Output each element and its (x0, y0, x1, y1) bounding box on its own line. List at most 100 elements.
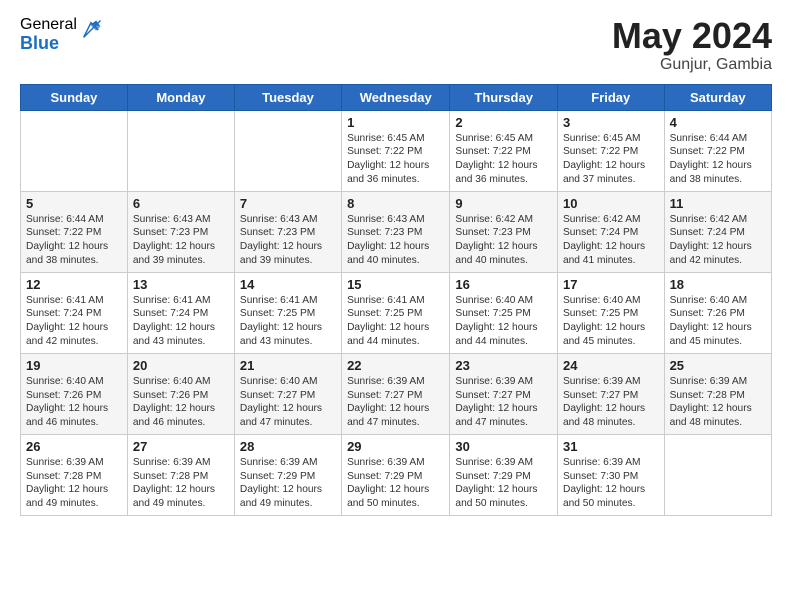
col-saturday: Saturday (664, 84, 771, 110)
table-row: 10 Sunrise: 6:42 AM Sunset: 7:24 PM Dayli… (557, 191, 664, 272)
day-number: 16 (455, 277, 552, 292)
table-row: 18 Sunrise: 6:40 AM Sunset: 7:26 PM Dayli… (664, 272, 771, 353)
table-row: 6 Sunrise: 6:43 AM Sunset: 7:23 PM Daylig… (127, 191, 234, 272)
day-number: 8 (347, 196, 444, 211)
day-info: Sunrise: 6:42 AM Sunset: 7:23 PM Dayligh… (455, 213, 552, 268)
day-number: 14 (240, 277, 336, 292)
table-row: 15 Sunrise: 6:41 AM Sunset: 7:25 PM Dayli… (342, 272, 450, 353)
day-number: 5 (26, 196, 122, 211)
calendar-table: Sunday Monday Tuesday Wednesday Thursday… (20, 84, 772, 516)
day-number: 10 (563, 196, 659, 211)
day-number: 17 (563, 277, 659, 292)
day-info: Sunrise: 6:44 AM Sunset: 7:22 PM Dayligh… (670, 132, 766, 187)
table-row: 7Sunrise: 6:43 AM Sunset: 7:23 PM Daylig… (234, 191, 341, 272)
day-info: Sunrise: 6:43 AM Sunset: 7:23 PM Dayligh… (347, 213, 444, 268)
day-number: 3 (563, 115, 659, 130)
table-row: 29Sunrise: 6:39 AM Sunset: 7:29 PM Dayli… (342, 434, 450, 515)
table-row: 3 Sunrise: 6:45 AM Sunset: 7:22 PM Daylig… (557, 110, 664, 191)
logo-text: General Blue (20, 16, 77, 53)
table-row: 16Sunrise: 6:40 AM Sunset: 7:25 PM Dayli… (450, 272, 558, 353)
day-number: 18 (670, 277, 766, 292)
table-row: 12 Sunrise: 6:41 AM Sunset: 7:24 PM Dayli… (21, 272, 128, 353)
calendar-body: 1Sunrise: 6:45 AM Sunset: 7:22 PM Daylig… (21, 110, 772, 515)
day-info: Sunrise: 6:39 AM Sunset: 7:27 PM Dayligh… (563, 375, 659, 430)
table-row: 1Sunrise: 6:45 AM Sunset: 7:22 PM Daylig… (342, 110, 450, 191)
day-number: 15 (347, 277, 444, 292)
subtitle: Gunjur, Gambia (612, 56, 772, 74)
day-info: Sunrise: 6:39 AM Sunset: 7:28 PM Dayligh… (670, 375, 766, 430)
day-number: 2 (455, 115, 552, 130)
table-row: 30 Sunrise: 6:39 AM Sunset: 7:29 PM Dayli… (450, 434, 558, 515)
table-row: 22 Sunrise: 6:39 AM Sunset: 7:27 PM Dayli… (342, 353, 450, 434)
table-row: 13Sunrise: 6:41 AM Sunset: 7:24 PM Dayli… (127, 272, 234, 353)
table-row (234, 110, 341, 191)
calendar-week-row: 12 Sunrise: 6:41 AM Sunset: 7:24 PM Dayli… (21, 272, 772, 353)
logo-general: General (20, 16, 77, 34)
day-number: 30 (455, 439, 552, 454)
day-info: Sunrise: 6:45 AM Sunset: 7:22 PM Dayligh… (347, 132, 444, 187)
day-info: Sunrise: 6:41 AM Sunset: 7:24 PM Dayligh… (26, 294, 122, 349)
day-number: 21 (240, 358, 336, 373)
calendar-week-row: 1Sunrise: 6:45 AM Sunset: 7:22 PM Daylig… (21, 110, 772, 191)
col-monday: Monday (127, 84, 234, 110)
table-row: 31 Sunrise: 6:39 AM Sunset: 7:30 PM Dayli… (557, 434, 664, 515)
table-row: 2 Sunrise: 6:45 AM Sunset: 7:22 PM Daylig… (450, 110, 558, 191)
col-sunday: Sunday (21, 84, 128, 110)
table-row: 23 Sunrise: 6:39 AM Sunset: 7:27 PM Dayli… (450, 353, 558, 434)
header: General Blue May 2024 Gunjur, Gambia (20, 16, 772, 74)
table-row: 9Sunrise: 6:42 AM Sunset: 7:23 PM Daylig… (450, 191, 558, 272)
logo: General Blue (20, 16, 102, 53)
table-row: 25Sunrise: 6:39 AM Sunset: 7:28 PM Dayli… (664, 353, 771, 434)
table-row: 4 Sunrise: 6:44 AM Sunset: 7:22 PM Daylig… (664, 110, 771, 191)
day-info: Sunrise: 6:44 AM Sunset: 7:22 PM Dayligh… (26, 213, 122, 268)
day-info: Sunrise: 6:39 AM Sunset: 7:29 PM Dayligh… (455, 456, 552, 511)
table-row: 14Sunrise: 6:41 AM Sunset: 7:25 PM Dayli… (234, 272, 341, 353)
day-info: Sunrise: 6:40 AM Sunset: 7:26 PM Dayligh… (670, 294, 766, 349)
day-info: Sunrise: 6:39 AM Sunset: 7:27 PM Dayligh… (347, 375, 444, 430)
day-info: Sunrise: 6:43 AM Sunset: 7:23 PM Dayligh… (133, 213, 229, 268)
day-number: 6 (133, 196, 229, 211)
logo-icon (80, 19, 102, 41)
table-row: 28 Sunrise: 6:39 AM Sunset: 7:29 PM Dayli… (234, 434, 341, 515)
day-info: Sunrise: 6:40 AM Sunset: 7:26 PM Dayligh… (26, 375, 122, 430)
table-row: 27Sunrise: 6:39 AM Sunset: 7:28 PM Dayli… (127, 434, 234, 515)
table-row: 17Sunrise: 6:40 AM Sunset: 7:25 PM Dayli… (557, 272, 664, 353)
calendar-week-row: 5 Sunrise: 6:44 AM Sunset: 7:22 PM Daylig… (21, 191, 772, 272)
table-row: 5 Sunrise: 6:44 AM Sunset: 7:22 PM Daylig… (21, 191, 128, 272)
day-number: 12 (26, 277, 122, 292)
day-number: 27 (133, 439, 229, 454)
day-info: Sunrise: 6:40 AM Sunset: 7:26 PM Dayligh… (133, 375, 229, 430)
calendar-header-row: Sunday Monday Tuesday Wednesday Thursday… (21, 84, 772, 110)
day-number: 28 (240, 439, 336, 454)
day-info: Sunrise: 6:41 AM Sunset: 7:24 PM Dayligh… (133, 294, 229, 349)
day-info: Sunrise: 6:39 AM Sunset: 7:28 PM Dayligh… (26, 456, 122, 511)
day-info: Sunrise: 6:42 AM Sunset: 7:24 PM Dayligh… (670, 213, 766, 268)
col-friday: Friday (557, 84, 664, 110)
day-info: Sunrise: 6:39 AM Sunset: 7:29 PM Dayligh… (347, 456, 444, 511)
day-info: Sunrise: 6:45 AM Sunset: 7:22 PM Dayligh… (455, 132, 552, 187)
day-number: 23 (455, 358, 552, 373)
table-row: 24 Sunrise: 6:39 AM Sunset: 7:27 PM Dayli… (557, 353, 664, 434)
day-info: Sunrise: 6:43 AM Sunset: 7:23 PM Dayligh… (240, 213, 336, 268)
logo-blue: Blue (20, 34, 77, 54)
table-row: 8 Sunrise: 6:43 AM Sunset: 7:23 PM Daylig… (342, 191, 450, 272)
calendar-week-row: 26Sunrise: 6:39 AM Sunset: 7:28 PM Dayli… (21, 434, 772, 515)
col-thursday: Thursday (450, 84, 558, 110)
day-number: 4 (670, 115, 766, 130)
day-info: Sunrise: 6:39 AM Sunset: 7:29 PM Dayligh… (240, 456, 336, 511)
day-number: 22 (347, 358, 444, 373)
table-row: 11Sunrise: 6:42 AM Sunset: 7:24 PM Dayli… (664, 191, 771, 272)
calendar-week-row: 19Sunrise: 6:40 AM Sunset: 7:26 PM Dayli… (21, 353, 772, 434)
col-wednesday: Wednesday (342, 84, 450, 110)
day-number: 24 (563, 358, 659, 373)
day-info: Sunrise: 6:41 AM Sunset: 7:25 PM Dayligh… (347, 294, 444, 349)
day-info: Sunrise: 6:45 AM Sunset: 7:22 PM Dayligh… (563, 132, 659, 187)
day-info: Sunrise: 6:40 AM Sunset: 7:27 PM Dayligh… (240, 375, 336, 430)
day-info: Sunrise: 6:39 AM Sunset: 7:30 PM Dayligh… (563, 456, 659, 511)
day-info: Sunrise: 6:42 AM Sunset: 7:24 PM Dayligh… (563, 213, 659, 268)
table-row: 20Sunrise: 6:40 AM Sunset: 7:26 PM Dayli… (127, 353, 234, 434)
day-number: 31 (563, 439, 659, 454)
table-row: 21 Sunrise: 6:40 AM Sunset: 7:27 PM Dayli… (234, 353, 341, 434)
day-info: Sunrise: 6:39 AM Sunset: 7:27 PM Dayligh… (455, 375, 552, 430)
col-tuesday: Tuesday (234, 84, 341, 110)
